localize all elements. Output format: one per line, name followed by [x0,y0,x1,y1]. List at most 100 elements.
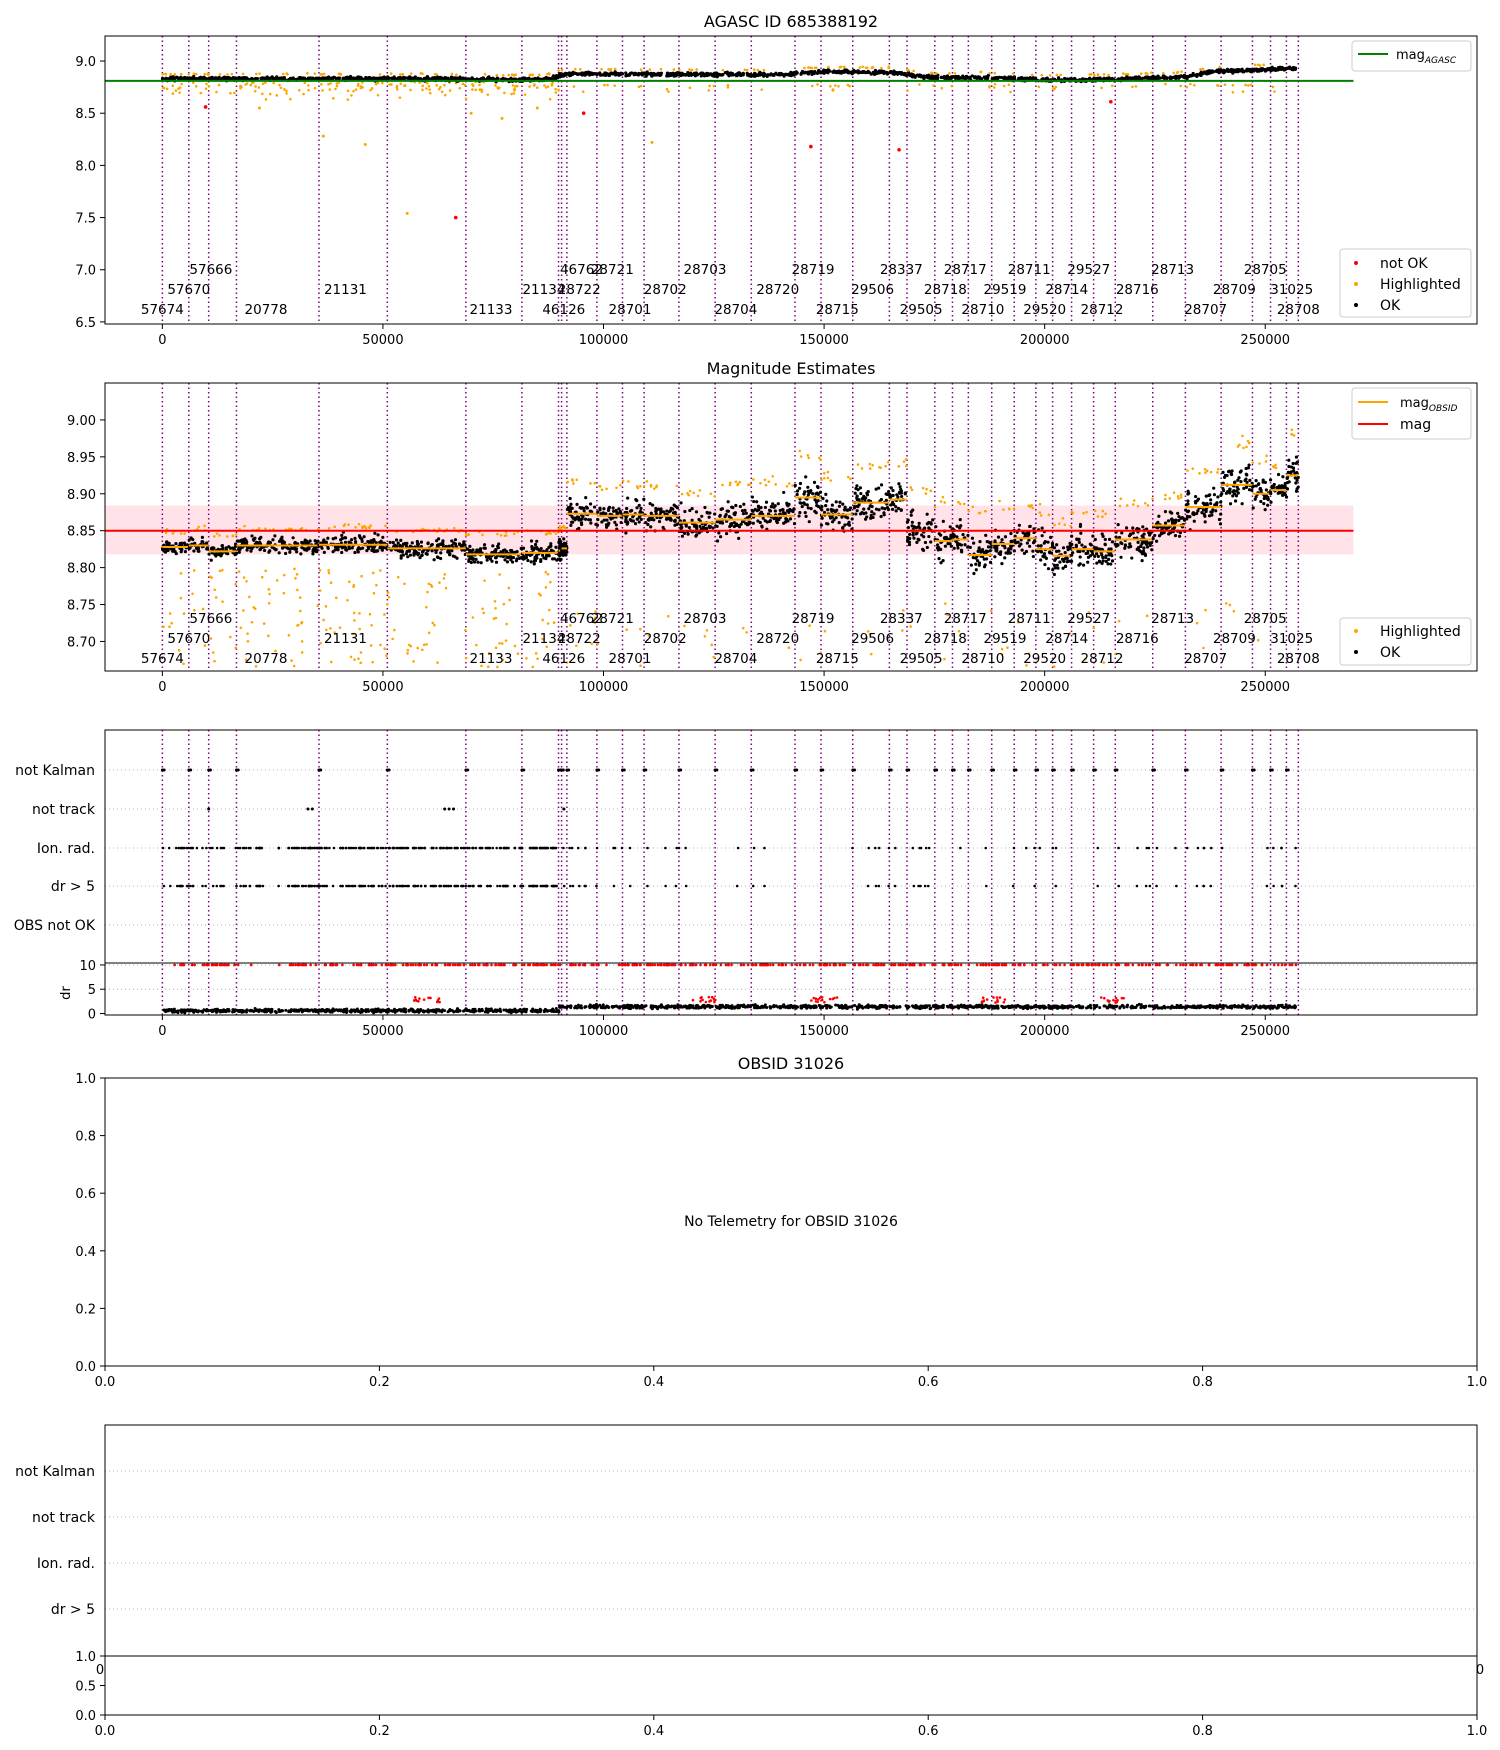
magnitude-ok-point [922,535,926,539]
agasc-obsid-label: 28720 [756,282,799,298]
magnitude-ok-point [664,517,669,521]
agasc-highlighted-point [538,73,541,77]
magnitude-ok-point [212,546,216,550]
magnitude-ok-point [891,493,895,498]
magnitude-ok-point [584,505,589,509]
agasc-highlighted-point [803,66,806,70]
magnitude-ok-point [727,514,731,519]
magnitude-highlighted-point [298,596,302,599]
magnitude-highlighted-point [1198,472,1201,475]
agasc-obsid-label: 28713 [1151,262,1194,278]
magnitude-ok-point [357,534,362,538]
magnitude-ok-point [837,504,842,508]
magnitude-ok-point [1184,508,1188,512]
magnitude-ok-point [398,543,402,548]
magnitude-highlighted-point [242,609,245,612]
magnitude-ok-point [394,538,399,542]
magnitude-ok-point [1228,487,1232,491]
magnitude-ok-point [340,550,344,555]
magnitude-ok-point [1023,533,1027,538]
agasc-highlighted-point [409,72,413,75]
agasc-highlighted-point [907,68,910,72]
agasc-highlighted-point [528,85,531,88]
magnitude-highlighted-point [498,641,501,645]
magnitude-ok-point [381,535,385,539]
magnitude-ok-point [1235,485,1239,489]
agasc-highlighted-point [560,68,564,72]
magnitude-ok-point [1149,531,1153,535]
magnitude-highlighted-point [371,660,374,664]
magnitude-highlighted-point [179,572,183,575]
magnitude-ok-point [781,508,785,512]
agasc-ok-point [627,73,631,77]
agasc-highlighted-point [398,73,402,76]
magnitude-ok-point [937,546,941,550]
magnitude-ok-point [1082,563,1086,567]
magnitude-highlighted-point [537,592,541,596]
magnitude-highlighted-point [1179,496,1183,499]
magnitude-ok-point [683,509,687,514]
agasc-ok-point [881,69,885,74]
magnitude-ok-point [1239,480,1243,484]
magnitude-ok-point [349,538,354,542]
magnitude-ok-point [1039,558,1043,562]
magnitude-ok-point [450,539,454,543]
agasc-highlighted-point [665,87,669,91]
agasc-obsid-label: 29519 [983,282,1026,298]
magnitude-ok-point [284,551,288,556]
magnitude-ok-point [1124,526,1129,530]
magnitude-ok-point [403,541,407,546]
magnitude-ok-point [909,513,913,517]
magnitude-ok-point [1069,559,1074,563]
magnitude-ok-point [898,485,902,489]
magnitude-highlighted-point [343,523,347,526]
agasc-highlighted-point [268,92,272,96]
agasc-obsid-label: 28708 [1277,302,1320,318]
magnitude-ok-point [1009,547,1013,551]
magnitude-ok-point [1000,538,1004,542]
magnitude-ok-point [1107,537,1112,541]
magnitude-ok-point [258,540,262,544]
magnitude-ok-point [1130,556,1134,560]
agasc-highlighted-point [278,83,281,87]
magnitude-ok-point [996,535,1001,539]
magnitude-ok-point [435,543,440,547]
agasc-highlighted-point [389,72,393,75]
magnitude-ok-point [757,505,761,509]
magnitude-highlighted-point [1186,469,1189,472]
magnitude-ok-point [905,520,910,524]
agasc-highlighted-point [1231,91,1235,94]
magnitude-highlighted-point [507,586,511,590]
agasc-highlighted-point [1110,84,1114,88]
magnitude-ok-point [575,502,579,506]
agasc-highlighted-point [514,85,517,88]
magnitude-highlighted-point [1172,491,1176,494]
agasc-highlighted-point [321,89,324,92]
magnitude-highlighted-point [481,607,484,611]
agasc-obsid-label: 29505 [900,302,943,318]
magnitude-ok-point [654,509,658,513]
magnitude-highlighted-point [1132,499,1136,502]
agasc-highlighted-point [226,73,229,76]
agasc-highlighted-point [399,82,403,85]
magnitude-ok-point [611,506,615,510]
magnitude-ok-point [637,503,641,507]
magnitude-ok-point [408,553,412,557]
agasc-highlighted-point [606,83,609,87]
magnitude-ok-point [1106,562,1110,566]
magnitude-ok-point [234,551,239,555]
agasc-highlighted-point [313,72,317,75]
agasc-xtick-label: 100000 [579,333,629,348]
magnitude-ok-point [1140,558,1144,563]
magnitude-ok-point [1176,511,1180,515]
magnitude-ok-point [1024,549,1029,554]
agasc-highlighted-point [554,91,558,94]
magnitude-highlighted-point [534,652,538,655]
agasc-ok-point [711,72,715,76]
magnitude-highlighted-point [1246,439,1250,443]
magnitude-highlighted-point [239,626,243,630]
magnitude-highlighted-point [1203,468,1207,471]
magnitude-ok-point [835,508,839,512]
magnitude-ok-point [624,515,628,519]
agasc-ok-point [1158,76,1163,80]
